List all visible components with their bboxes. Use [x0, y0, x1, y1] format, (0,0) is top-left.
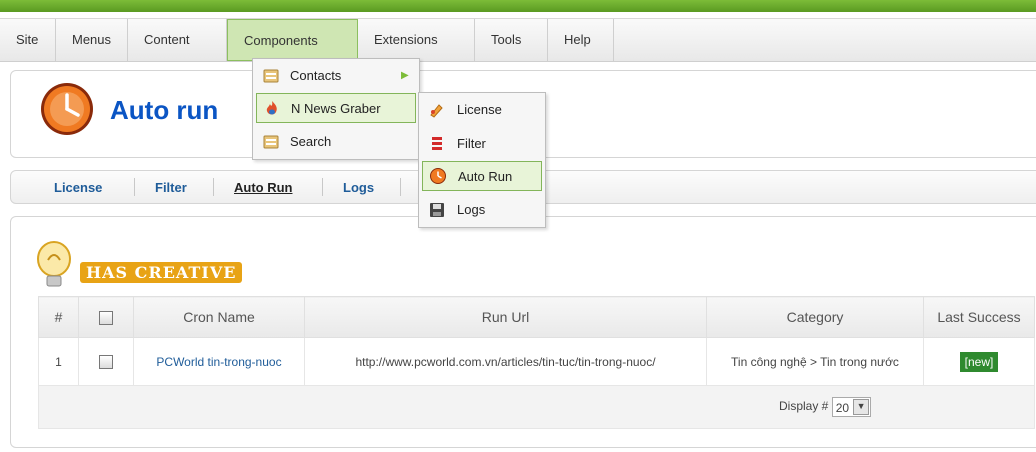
chevron-right-icon: ▶: [401, 70, 409, 81]
col-header-last-success: Last Success: [923, 296, 1035, 338]
col-header-cron-name: Cron Name: [133, 296, 305, 338]
tab-logs[interactable]: Logs: [343, 180, 374, 195]
clock-icon: [430, 168, 446, 184]
col-header-run-url: Run Url: [304, 296, 707, 338]
menu-item-contacts[interactable]: Contacts ▶: [253, 61, 417, 91]
menu-item-label: Logs: [457, 202, 486, 217]
search-component-icon: [263, 135, 279, 149]
clock-icon: [41, 83, 93, 135]
menu-menus[interactable]: Menus: [56, 19, 128, 61]
new-badge: [new]: [959, 351, 999, 372]
menu-item-label: Auto Run: [458, 169, 513, 184]
menu-site[interactable]: Site: [0, 19, 56, 61]
col-header-number: #: [38, 296, 79, 338]
fire-icon: [266, 101, 277, 115]
menu-item-label: Contacts: [290, 68, 342, 83]
menu-extensions[interactable]: Extensions: [358, 19, 475, 61]
submenu-item-logs[interactable]: Logs: [419, 195, 543, 225]
tab-divider: [400, 178, 401, 196]
news-graber-submenu: License Filter Auto Run Logs: [418, 92, 546, 228]
menu-item-n-news-graber[interactable]: N News Graber: [256, 93, 416, 123]
menu-item-label: License: [457, 102, 502, 117]
submenu-item-auto-run[interactable]: Auto Run: [422, 161, 542, 191]
run-url-cell: http://www.pcworld.com.vn/articles/tin-t…: [304, 337, 707, 386]
display-limit-select[interactable]: 20 ▼: [831, 397, 872, 417]
menu-item-search[interactable]: Search: [253, 127, 417, 157]
col-header-category: Category: [706, 296, 924, 338]
tab-filter[interactable]: Filter: [155, 180, 187, 195]
cron-name-cell: PCWorld tin-trong-nuoc: [133, 337, 305, 386]
select-all-checkbox[interactable]: [99, 311, 113, 326]
tab-divider: [213, 178, 214, 196]
menu-content[interactable]: Content: [128, 19, 227, 61]
main-menu-bar: Site Menus Content Components Extensions…: [0, 18, 1036, 62]
table-header-row: # Cron Name Run Url Category Last Succes…: [38, 296, 1035, 338]
display-limit-value: 20: [835, 401, 850, 415]
category-cell: Tin công nghệ > Tin trong nước: [706, 337, 924, 386]
row-select-cell: [78, 337, 134, 386]
top-green-strip: [0, 0, 1036, 12]
contacts-icon: [263, 69, 279, 83]
menu-item-label: Search: [290, 134, 332, 149]
menu-tools[interactable]: Tools: [475, 19, 548, 61]
brand-logo: HAS CREATIVE: [80, 262, 243, 283]
tab-auto-run[interactable]: Auto Run: [234, 180, 292, 195]
components-dropdown: Contacts ▶ N News Graber Search: [252, 58, 420, 160]
floppy-disk-icon: [430, 203, 444, 217]
chevron-down-icon: ▼: [853, 399, 870, 415]
pagination-footer: Display # 20 ▼: [38, 385, 1035, 429]
page-title: Auto run: [110, 95, 219, 125]
table-row: 1 PCWorld tin-trong-nuoc http://www.pcwo…: [38, 337, 1035, 386]
tab-divider: [134, 178, 135, 196]
menu-help[interactable]: Help: [548, 19, 614, 61]
license-icon: [430, 104, 443, 118]
menu-item-label: N News Graber: [291, 101, 381, 116]
submenu-item-filter[interactable]: Filter: [419, 129, 543, 159]
lightbulb-icon: [37, 241, 71, 287]
cron-table: # Cron Name Run Url Category Last Succes…: [38, 296, 1035, 429]
menu-item-label: Filter: [457, 136, 486, 151]
row-number: 1: [38, 337, 79, 386]
last-success-cell: [new]: [923, 337, 1035, 386]
cron-name-link[interactable]: PCWorld tin-trong-nuoc: [156, 355, 281, 369]
row-checkbox[interactable]: [99, 354, 113, 369]
filter-icon: [432, 137, 442, 150]
table-footer-row: Display # 20 ▼: [38, 385, 1035, 429]
menu-components[interactable]: Components: [227, 19, 358, 61]
display-limit-label: Display #: [779, 399, 829, 414]
col-header-select: [78, 296, 134, 338]
tab-license[interactable]: License: [54, 180, 102, 195]
submenu-item-license[interactable]: License: [419, 95, 543, 125]
tab-divider: [322, 178, 323, 196]
